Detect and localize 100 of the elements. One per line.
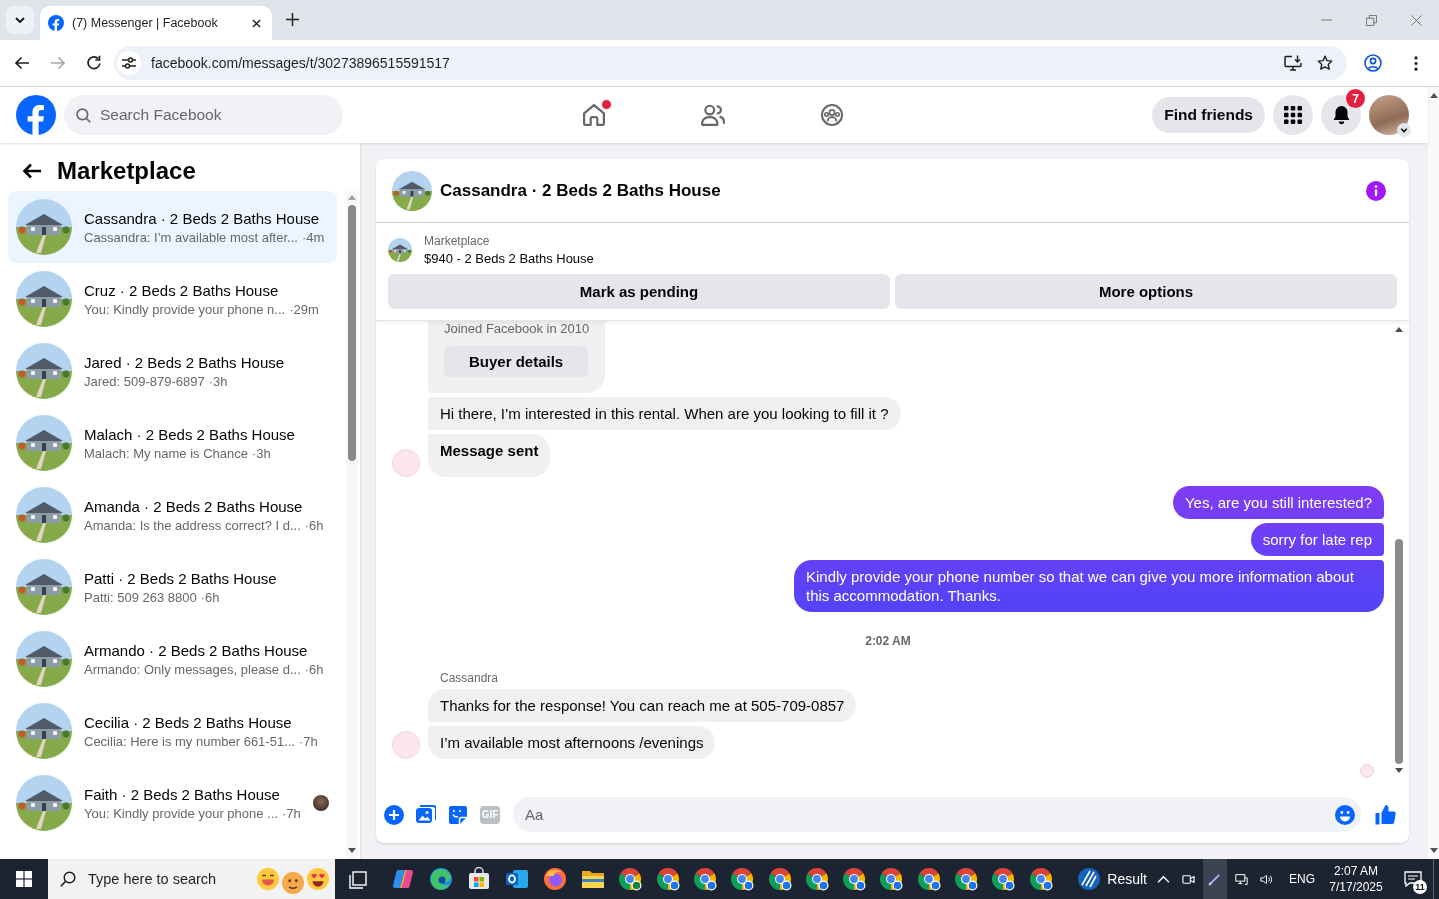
message-time: ·4m bbox=[301, 229, 325, 245]
info-icon[interactable] bbox=[1366, 180, 1386, 201]
scrollbar[interactable] bbox=[1428, 87, 1439, 859]
plus-icon[interactable] bbox=[384, 804, 404, 825]
language-indicator[interactable]: ENG bbox=[1289, 872, 1315, 886]
listing-label: Marketplace bbox=[424, 233, 491, 249]
search-field[interactable]: Search Facebook bbox=[64, 95, 343, 135]
browser-icon[interactable] bbox=[842, 867, 867, 891]
message-bubble: Hi there, I’m interested in this rental. When are you looking to fill it ? bbox=[428, 397, 901, 430]
mail-icon[interactable] bbox=[504, 867, 529, 891]
scrollbar-thumb[interactable] bbox=[348, 205, 356, 461]
message-time: ·29m bbox=[289, 301, 319, 317]
notification-badge: 7 bbox=[1346, 89, 1365, 108]
conversation-item[interactable]: Cruz · 2 Beds 2 Baths House You: Kindly provide your phone n... ·29m bbox=[8, 263, 337, 335]
scroll-down-icon[interactable] bbox=[1429, 848, 1438, 853]
conversation-item[interactable]: Jared · 2 Beds 2 Baths House Jared: 509-879-6897 ·3h bbox=[8, 335, 337, 407]
new-tab-icon[interactable] bbox=[286, 13, 299, 26]
message-bubble: sorry for late rep bbox=[1250, 523, 1384, 556]
bell-icon bbox=[1332, 105, 1350, 125]
menu-icon[interactable] bbox=[1414, 55, 1418, 71]
browser-icon[interactable] bbox=[730, 867, 755, 891]
listing-title[interactable]: $940 - 2 Beds 2 Baths House bbox=[424, 251, 594, 267]
action-button[interactable]: More options bbox=[895, 274, 1397, 309]
scrollbar[interactable] bbox=[346, 191, 358, 859]
clock-time[interactable]: 2:07 AM bbox=[1334, 863, 1378, 879]
browser-tab[interactable]: (7) Messenger | Facebook bbox=[40, 6, 272, 40]
address-bar[interactable]: facebook.com/messages/t/30273896515591517 bbox=[114, 46, 1347, 80]
conversation-title: Cecilia · 2 Beds 2 Baths House bbox=[84, 713, 293, 731]
browser-icon[interactable] bbox=[767, 867, 792, 891]
message-bubble: Kindly provide your phone number so that we can give you more information about this accommodation. Thanks. bbox=[794, 560, 1384, 612]
buyer-details-button[interactable]: Buyer details bbox=[444, 346, 589, 377]
message-time: ·6h bbox=[304, 661, 324, 677]
conversation-item[interactable]: Patti · 2 Beds 2 Baths House Patti: 509 263 8800 ·6h bbox=[8, 551, 337, 623]
browser-icon[interactable] bbox=[618, 867, 643, 891]
app-icon[interactable] bbox=[390, 867, 415, 891]
profile-icon[interactable] bbox=[1364, 54, 1382, 72]
house-photo bbox=[16, 199, 72, 255]
install-icon[interactable] bbox=[1284, 55, 1302, 71]
sender-name: Cassandra bbox=[440, 670, 499, 686]
browser-icon[interactable] bbox=[1028, 867, 1053, 891]
conversation-item[interactable]: Faith · 2 Beds 2 Baths House You: Kindly provide your phone ... ·7h bbox=[8, 767, 337, 839]
restore-icon[interactable] bbox=[1366, 14, 1377, 26]
profile-photo[interactable] bbox=[1369, 95, 1409, 135]
browser-icon[interactable] bbox=[954, 867, 979, 891]
caret-icon[interactable] bbox=[1397, 123, 1411, 137]
clock-date[interactable]: 7/17/2025 bbox=[1329, 879, 1383, 895]
notifications-button[interactable] bbox=[1321, 95, 1361, 135]
conversation-item[interactable]: Amanda · 2 Beds 2 Baths House Amanda: Is the address correct? I d... ·6h bbox=[8, 479, 337, 551]
camera-icon[interactable] bbox=[1182, 872, 1195, 886]
browser-icon[interactable] bbox=[542, 867, 567, 891]
house-photo bbox=[388, 238, 412, 262]
message-bubble: Message sent bbox=[428, 434, 551, 477]
chat-title[interactable]: Cassandra · 2 Beds 2 Baths House bbox=[440, 180, 1358, 201]
scrollbar-thumb[interactable] bbox=[1395, 539, 1403, 764]
message-preview: Malach: My name is Chance bbox=[84, 445, 248, 461]
browser-icon[interactable] bbox=[692, 867, 717, 891]
star-icon[interactable] bbox=[1317, 55, 1333, 71]
search-field[interactable]: Type here to search bbox=[48, 859, 335, 899]
widget-button[interactable]: Result bbox=[1077, 859, 1151, 899]
find-friends-button[interactable]: Find friends bbox=[1152, 97, 1265, 133]
conversation-title: Malach · 2 Beds 2 Baths House bbox=[84, 425, 296, 443]
house-photo bbox=[16, 703, 72, 759]
conversation-item[interactable]: Cecilia · 2 Beds 2 Baths House Cecilia: Here is my number 661-51... ·7h bbox=[8, 695, 337, 767]
scroll-up-icon[interactable] bbox=[1395, 327, 1403, 332]
image-icon[interactable] bbox=[416, 804, 436, 825]
site-settings-icon[interactable] bbox=[117, 51, 141, 75]
home-icon bbox=[581, 104, 606, 126]
browser-icon[interactable] bbox=[991, 867, 1016, 891]
conversation-item[interactable]: Armando · 2 Beds 2 Baths House Armando: Only messages, please d... ·6h bbox=[8, 623, 337, 695]
conversation-item[interactable]: Malach · 2 Beds 2 Baths House Malach: My name is Chance ·3h bbox=[8, 407, 337, 479]
browser-icon[interactable] bbox=[916, 867, 941, 891]
start-icon[interactable] bbox=[16, 871, 32, 887]
close-icon[interactable] bbox=[252, 18, 261, 28]
message-field[interactable]: Aa bbox=[513, 797, 1361, 832]
scroll-down-icon[interactable] bbox=[1395, 768, 1403, 773]
sidebar-title: Marketplace bbox=[57, 156, 196, 185]
browser-icon[interactable] bbox=[879, 867, 904, 891]
sticker-icon[interactable] bbox=[448, 804, 468, 825]
network-icon[interactable] bbox=[1235, 872, 1248, 886]
message-bubble: I’m available most afternoons /evenings bbox=[428, 726, 716, 759]
scroll-down-icon[interactable] bbox=[348, 848, 356, 853]
back-icon[interactable] bbox=[22, 162, 42, 179]
browser-icon[interactable] bbox=[428, 867, 453, 891]
store-icon[interactable] bbox=[466, 867, 491, 891]
action-button[interactable]: Mark as pending bbox=[388, 274, 890, 309]
browser-icon[interactable] bbox=[804, 867, 829, 891]
logo-icon[interactable] bbox=[16, 95, 56, 135]
message-preview: Amanda: Is the address correct? I d... bbox=[84, 517, 301, 533]
pen-icon[interactable] bbox=[1208, 872, 1222, 886]
emoji-icon[interactable] bbox=[1335, 804, 1355, 825]
browser-icon[interactable] bbox=[655, 867, 680, 891]
back-icon[interactable] bbox=[14, 55, 30, 71]
reload-icon[interactable] bbox=[86, 55, 102, 71]
tab-search-button[interactable] bbox=[6, 6, 34, 34]
scroll-up-icon[interactable] bbox=[1429, 93, 1438, 98]
conversation-item[interactable]: Cassandra · 2 Beds 2 Baths House Cassandra: I’m available most after... ·4m bbox=[8, 191, 337, 263]
menu-button[interactable] bbox=[1273, 95, 1313, 135]
grid-icon bbox=[1284, 106, 1302, 124]
volume-icon[interactable] bbox=[1260, 872, 1273, 886]
like-icon[interactable] bbox=[1375, 804, 1396, 825]
